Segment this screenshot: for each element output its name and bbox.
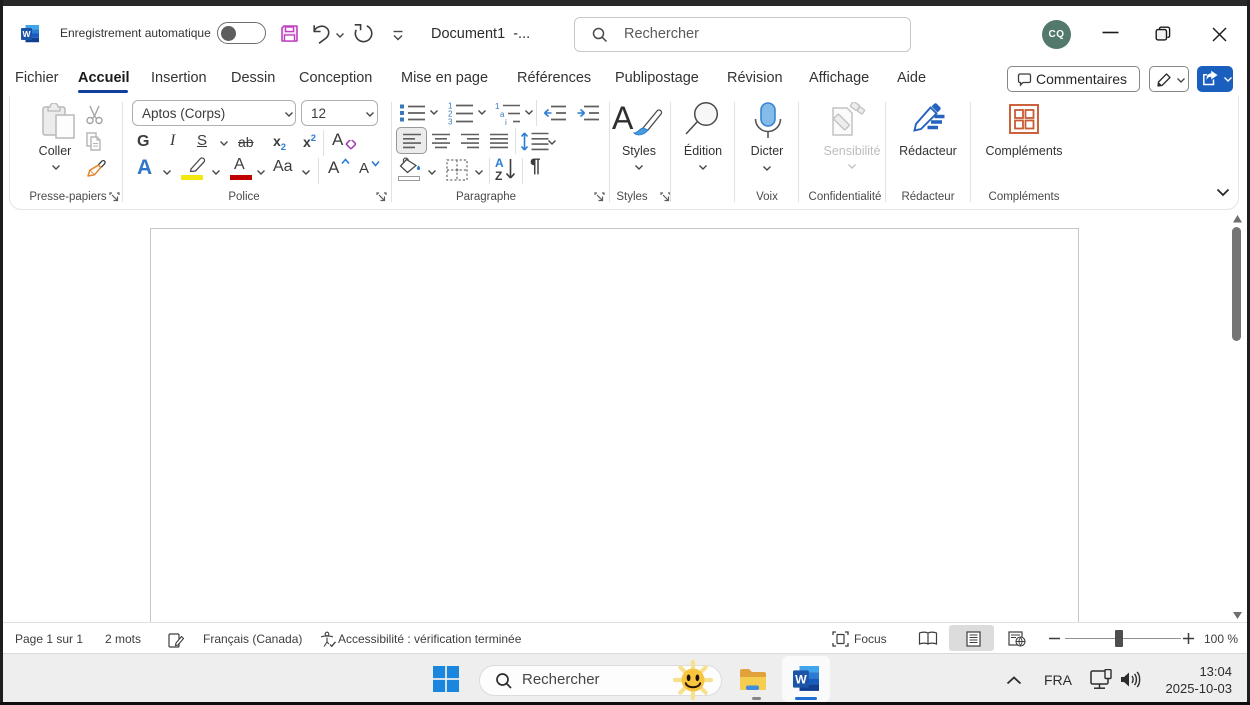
svg-text:i: i: [505, 118, 507, 125]
svg-text:W: W: [795, 673, 807, 687]
svg-text:Z: Z: [495, 169, 502, 182]
svg-text:3: 3: [448, 118, 453, 126]
svg-text:W: W: [22, 29, 31, 39]
